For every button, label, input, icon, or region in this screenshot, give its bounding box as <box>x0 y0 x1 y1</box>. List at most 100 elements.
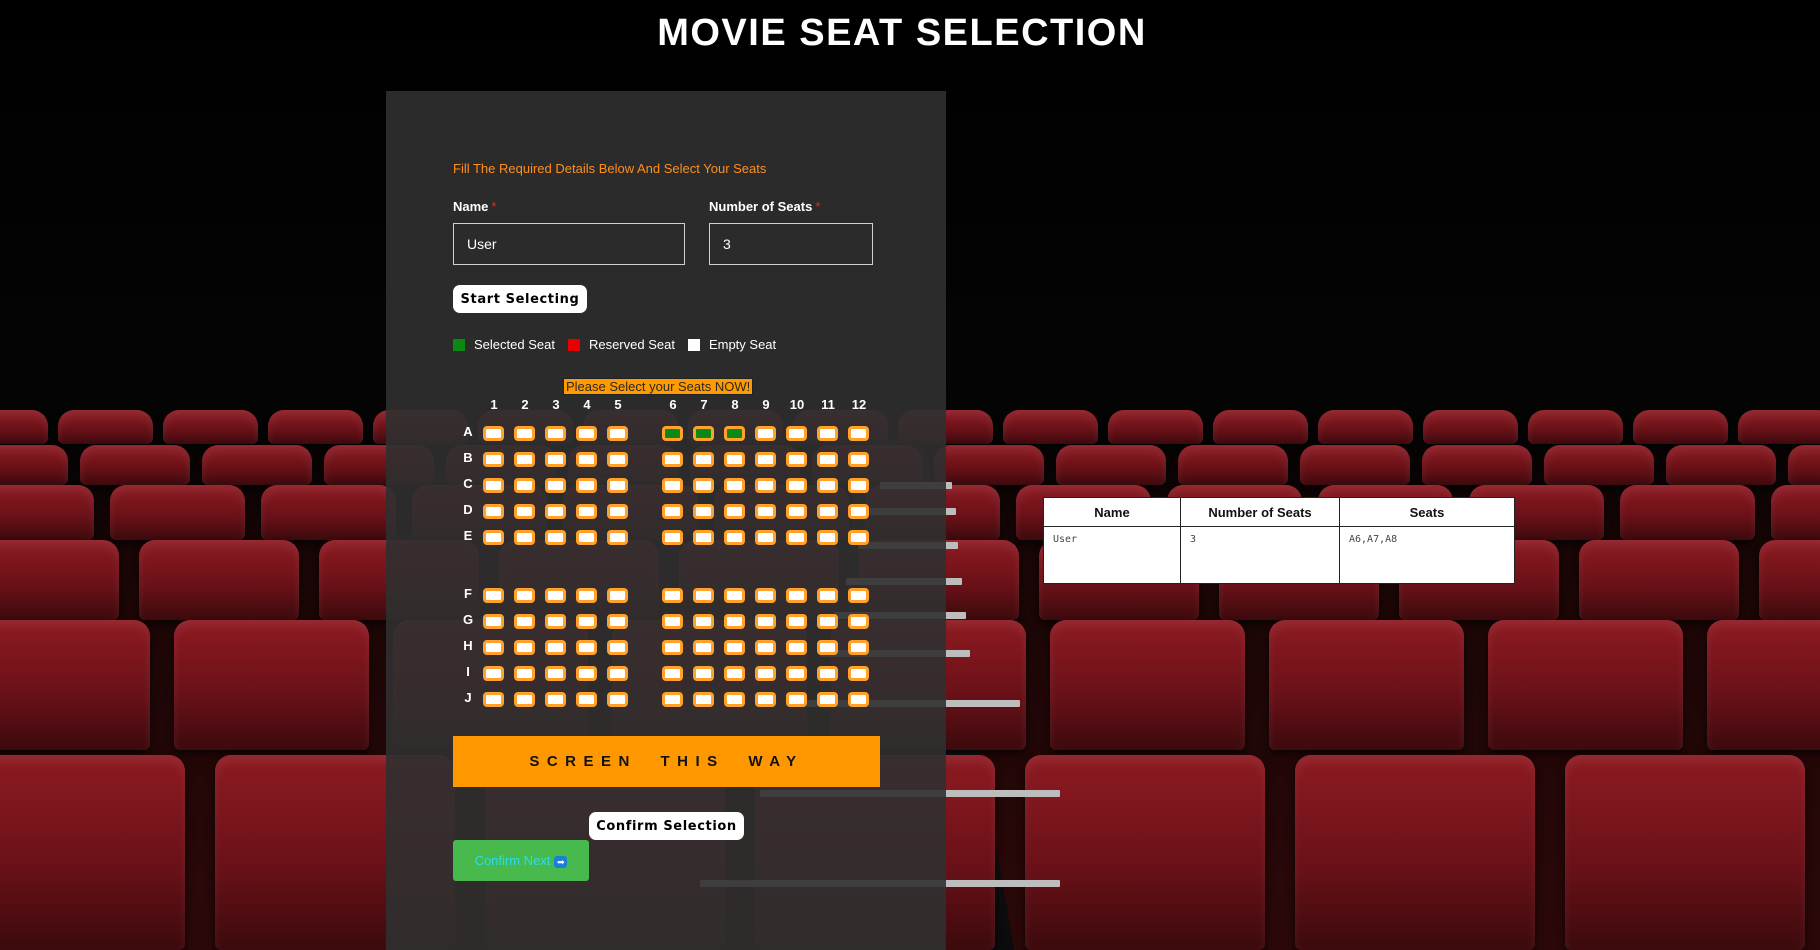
seat-C4[interactable] <box>576 478 597 493</box>
seat-E9[interactable] <box>755 530 776 545</box>
seat-H2[interactable] <box>514 640 535 655</box>
seat-B7[interactable] <box>693 452 714 467</box>
seat-I9[interactable] <box>755 666 776 681</box>
seat-E7[interactable] <box>693 530 714 545</box>
seat-E12[interactable] <box>848 530 869 545</box>
seat-I2[interactable] <box>514 666 535 681</box>
confirm-next-button[interactable]: Confirm Next ➡ <box>453 840 589 881</box>
seat-H9[interactable] <box>755 640 776 655</box>
seat-B10[interactable] <box>786 452 807 467</box>
seat-F4[interactable] <box>576 588 597 603</box>
seat-G6[interactable] <box>662 614 683 629</box>
seat-G1[interactable] <box>483 614 504 629</box>
seat-E8[interactable] <box>724 530 745 545</box>
seat-H6[interactable] <box>662 640 683 655</box>
seat-B2[interactable] <box>514 452 535 467</box>
seat-D11[interactable] <box>817 504 838 519</box>
seat-D10[interactable] <box>786 504 807 519</box>
name-input[interactable] <box>453 223 685 265</box>
seat-E11[interactable] <box>817 530 838 545</box>
seat-B5[interactable] <box>607 452 628 467</box>
seat-F7[interactable] <box>693 588 714 603</box>
start-selecting-button[interactable]: Start Selecting <box>453 285 587 313</box>
seat-G9[interactable] <box>755 614 776 629</box>
seat-D4[interactable] <box>576 504 597 519</box>
seat-G8[interactable] <box>724 614 745 629</box>
seat-H1[interactable] <box>483 640 504 655</box>
seat-J12[interactable] <box>848 692 869 707</box>
seat-B8[interactable] <box>724 452 745 467</box>
seat-I1[interactable] <box>483 666 504 681</box>
seat-B6[interactable] <box>662 452 683 467</box>
seat-C6[interactable] <box>662 478 683 493</box>
seat-I6[interactable] <box>662 666 683 681</box>
seat-F3[interactable] <box>545 588 566 603</box>
seat-H12[interactable] <box>848 640 869 655</box>
seat-B12[interactable] <box>848 452 869 467</box>
seat-H10[interactable] <box>786 640 807 655</box>
seat-H4[interactable] <box>576 640 597 655</box>
seat-D7[interactable] <box>693 504 714 519</box>
seat-E5[interactable] <box>607 530 628 545</box>
seat-H11[interactable] <box>817 640 838 655</box>
seat-C7[interactable] <box>693 478 714 493</box>
seat-G5[interactable] <box>607 614 628 629</box>
seat-C10[interactable] <box>786 478 807 493</box>
seat-F9[interactable] <box>755 588 776 603</box>
seat-C9[interactable] <box>755 478 776 493</box>
seat-J1[interactable] <box>483 692 504 707</box>
seat-A5[interactable] <box>607 426 628 441</box>
seat-H5[interactable] <box>607 640 628 655</box>
seat-J10[interactable] <box>786 692 807 707</box>
seat-B1[interactable] <box>483 452 504 467</box>
seat-F11[interactable] <box>817 588 838 603</box>
seat-J5[interactable] <box>607 692 628 707</box>
seat-A3[interactable] <box>545 426 566 441</box>
seat-F8[interactable] <box>724 588 745 603</box>
seat-J7[interactable] <box>693 692 714 707</box>
seat-J8[interactable] <box>724 692 745 707</box>
seat-E1[interactable] <box>483 530 504 545</box>
seat-A1[interactable] <box>483 426 504 441</box>
seat-B11[interactable] <box>817 452 838 467</box>
seat-I8[interactable] <box>724 666 745 681</box>
seat-A4[interactable] <box>576 426 597 441</box>
seat-B4[interactable] <box>576 452 597 467</box>
seat-A10[interactable] <box>786 426 807 441</box>
seat-D12[interactable] <box>848 504 869 519</box>
seat-J6[interactable] <box>662 692 683 707</box>
seat-A7[interactable] <box>693 426 714 441</box>
seat-J2[interactable] <box>514 692 535 707</box>
seat-G7[interactable] <box>693 614 714 629</box>
seat-I5[interactable] <box>607 666 628 681</box>
seat-C5[interactable] <box>607 478 628 493</box>
seat-F10[interactable] <box>786 588 807 603</box>
seat-F12[interactable] <box>848 588 869 603</box>
seat-H3[interactable] <box>545 640 566 655</box>
seat-D8[interactable] <box>724 504 745 519</box>
seat-A8[interactable] <box>724 426 745 441</box>
seat-I10[interactable] <box>786 666 807 681</box>
seat-F1[interactable] <box>483 588 504 603</box>
seat-A12[interactable] <box>848 426 869 441</box>
seat-C8[interactable] <box>724 478 745 493</box>
seat-A9[interactable] <box>755 426 776 441</box>
seat-G2[interactable] <box>514 614 535 629</box>
seat-F6[interactable] <box>662 588 683 603</box>
seat-D5[interactable] <box>607 504 628 519</box>
seat-E2[interactable] <box>514 530 535 545</box>
seat-F2[interactable] <box>514 588 535 603</box>
seat-J4[interactable] <box>576 692 597 707</box>
seat-E4[interactable] <box>576 530 597 545</box>
seat-B9[interactable] <box>755 452 776 467</box>
seat-D6[interactable] <box>662 504 683 519</box>
confirm-selection-button[interactable]: Confirm Selection <box>589 812 744 840</box>
seat-J11[interactable] <box>817 692 838 707</box>
seat-G3[interactable] <box>545 614 566 629</box>
seat-D3[interactable] <box>545 504 566 519</box>
seat-I4[interactable] <box>576 666 597 681</box>
seat-I7[interactable] <box>693 666 714 681</box>
seat-F5[interactable] <box>607 588 628 603</box>
seat-I12[interactable] <box>848 666 869 681</box>
seat-J9[interactable] <box>755 692 776 707</box>
